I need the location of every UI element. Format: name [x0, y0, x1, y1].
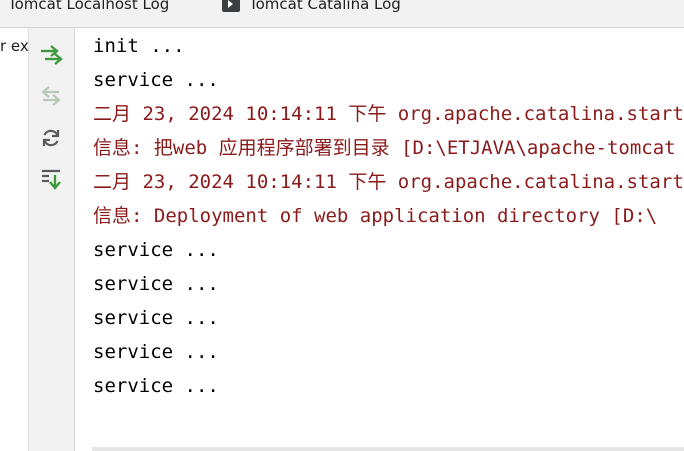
- scroll-to-end-icon: [42, 169, 61, 190]
- console-line: service ...: [93, 69, 219, 91]
- stop-icon: [41, 86, 61, 106]
- log-tab-bar: Tomcat Localhost Log Tomcat Catalina Log: [0, 0, 684, 28]
- console-line: service ...: [93, 341, 219, 363]
- console-line: 信息: 把web 应用程序部署到目录 [D:\ETJAVA\apache-tom…: [93, 137, 676, 159]
- console-toolbar: [29, 28, 75, 451]
- rerun-button[interactable]: [38, 41, 64, 67]
- rerun-icon: [41, 45, 63, 65]
- console-output[interactable]: init ... service ... 二月 23, 2024 10:14:11 …: [75, 28, 684, 451]
- console-line: service ...: [93, 375, 219, 397]
- console-line: init ...: [93, 35, 185, 57]
- console-line: 二月 23, 2024 10:14:11 下午 org.apache.catal…: [93, 103, 684, 125]
- tab-label: Tomcat Localhost Log: [8, 0, 170, 13]
- stop-button[interactable]: [38, 82, 64, 108]
- tomcat-run-window: Tomcat Localhost Log Tomcat Catalina Log…: [0, 0, 684, 451]
- tab-label: Tomcat Catalina Log: [249, 0, 401, 13]
- left-panel-label: r ex: [0, 37, 29, 55]
- horizontal-scrollbar[interactable]: [92, 447, 684, 451]
- tab-tomcat-localhost-log[interactable]: Tomcat Localhost Log: [8, 0, 169, 14]
- console-line: service ...: [93, 307, 219, 329]
- console-line: 信息: Deployment of web application direct…: [93, 205, 658, 227]
- console-line: 二月 23, 2024 10:14:11 下午 org.apache.catal…: [93, 171, 684, 193]
- refresh-button[interactable]: [38, 125, 64, 151]
- console-icon: [222, 0, 240, 12]
- tab-tomcat-catalina-log[interactable]: Tomcat Catalina Log: [222, 0, 401, 14]
- refresh-icon: [42, 129, 60, 147]
- console-line: service ...: [93, 239, 219, 261]
- console-line: service ...: [93, 273, 219, 295]
- scroll-to-end-button[interactable]: [38, 167, 64, 193]
- left-panel[interactable]: r ex: [0, 28, 29, 451]
